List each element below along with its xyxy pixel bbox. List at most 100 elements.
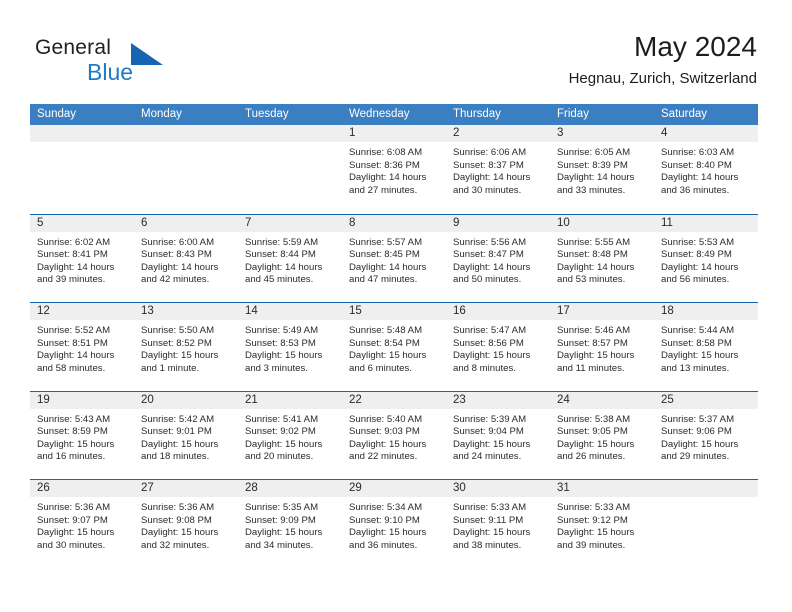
day-cell[interactable]: 25 Sunrise: 5:37 AM Sunset: 9:06 PM Dayl… bbox=[654, 391, 758, 479]
day-cell[interactable]: 3 Sunrise: 6:05 AM Sunset: 8:39 PM Dayli… bbox=[550, 125, 654, 214]
sunrise-text: Sunrise: 5:42 AM bbox=[141, 413, 215, 425]
day-cell[interactable] bbox=[30, 125, 134, 214]
day-number-band bbox=[134, 125, 238, 142]
general-blue-logo[interactable]: General Blue bbox=[35, 36, 235, 92]
week-row: 5 Sunrise: 6:02 AM Sunset: 8:41 PM Dayli… bbox=[30, 213, 758, 302]
daylight-text-line2: and 11 minutes. bbox=[557, 362, 625, 374]
sunset-text: Sunset: 9:06 PM bbox=[661, 426, 732, 438]
day-number: 30 bbox=[453, 482, 466, 494]
day-info: Sunrise: 5:38 AM Sunset: 9:05 PM Dayligh… bbox=[550, 409, 654, 464]
sunset-text: Sunset: 8:56 PM bbox=[453, 337, 524, 349]
sunrise-text: Sunrise: 6:03 AM bbox=[661, 147, 735, 158]
day-cell[interactable]: 13 Sunrise: 5:50 AM Sunset: 8:52 PM Dayl… bbox=[134, 303, 238, 391]
day-cell[interactable]: 28 Sunrise: 5:35 AM Sunset: 9:09 PM Dayl… bbox=[238, 480, 342, 568]
day-cell[interactable]: 18 Sunrise: 5:44 AM Sunset: 8:58 PM Dayl… bbox=[654, 303, 758, 391]
day-number: 13 bbox=[141, 305, 154, 317]
sunset-text: Sunset: 8:37 PM bbox=[453, 159, 524, 171]
sunrise-text: Sunrise: 6:00 AM bbox=[141, 236, 215, 248]
day-number: 22 bbox=[349, 393, 362, 406]
daylight-text-line2: and 32 minutes. bbox=[141, 539, 210, 551]
day-number: 5 bbox=[37, 216, 44, 229]
daylight-text-line2: and 56 minutes. bbox=[661, 274, 730, 286]
sunrise-text: Sunrise: 5:57 AM bbox=[349, 236, 423, 248]
daylight-text-line1: Daylight: 14 hours bbox=[453, 172, 531, 184]
day-cell[interactable]: 2 Sunrise: 6:06 AM Sunset: 8:37 PM Dayli… bbox=[446, 125, 550, 214]
daylight-text-line2: and 27 minutes. bbox=[349, 184, 418, 196]
day-info: Sunrise: 5:49 AM Sunset: 8:53 PM Dayligh… bbox=[238, 320, 342, 375]
day-cell[interactable]: 20 Sunrise: 5:42 AM Sunset: 9:01 PM Dayl… bbox=[134, 391, 238, 479]
daylight-text-line2: and 36 minutes. bbox=[661, 184, 730, 196]
daylight-text-line1: Daylight: 14 hours bbox=[37, 261, 115, 273]
day-number: 10 bbox=[557, 216, 570, 229]
daylight-text-line2: and 1 minute. bbox=[141, 362, 200, 374]
sunrise-text: Sunrise: 5:36 AM bbox=[141, 502, 215, 513]
day-info: Sunrise: 5:50 AM Sunset: 8:52 PM Dayligh… bbox=[134, 320, 238, 375]
day-number: 17 bbox=[557, 305, 570, 317]
day-number: 25 bbox=[661, 393, 674, 406]
day-cell[interactable]: 7 Sunrise: 5:59 AM Sunset: 8:44 PM Dayli… bbox=[238, 214, 342, 302]
day-cell[interactable]: 23 Sunrise: 5:39 AM Sunset: 9:04 PM Dayl… bbox=[446, 391, 550, 479]
day-cell[interactable]: 6 Sunrise: 6:00 AM Sunset: 8:43 PM Dayli… bbox=[134, 214, 238, 302]
day-cell[interactable]: 5 Sunrise: 6:02 AM Sunset: 8:41 PM Dayli… bbox=[30, 214, 134, 302]
day-info: Sunrise: 6:08 AM Sunset: 8:36 PM Dayligh… bbox=[342, 142, 446, 197]
day-cell[interactable]: 29 Sunrise: 5:34 AM Sunset: 9:10 PM Dayl… bbox=[342, 480, 446, 568]
day-cell[interactable]: 21 Sunrise: 5:41 AM Sunset: 9:02 PM Dayl… bbox=[238, 391, 342, 479]
day-number-band: 12 bbox=[30, 303, 134, 320]
day-cell[interactable] bbox=[134, 125, 238, 214]
day-number-band: 21 bbox=[238, 391, 342, 409]
daylight-text-line1: Daylight: 15 hours bbox=[141, 527, 219, 539]
day-info: Sunrise: 5:33 AM Sunset: 9:11 PM Dayligh… bbox=[446, 497, 550, 552]
day-number-band: 13 bbox=[134, 303, 238, 320]
sunrise-text: Sunrise: 5:59 AM bbox=[245, 236, 319, 248]
sunset-text: Sunset: 8:41 PM bbox=[37, 249, 108, 261]
sunrise-text: Sunrise: 5:41 AM bbox=[245, 413, 319, 425]
sunset-text: Sunset: 9:10 PM bbox=[349, 514, 420, 526]
sunrise-text: Sunrise: 5:47 AM bbox=[453, 325, 527, 336]
day-cell[interactable]: 17 Sunrise: 5:46 AM Sunset: 8:57 PM Dayl… bbox=[550, 303, 654, 391]
sunrise-text: Sunrise: 5:53 AM bbox=[661, 236, 735, 248]
sunrise-text: Sunrise: 5:43 AM bbox=[37, 413, 111, 425]
day-cell[interactable]: 14 Sunrise: 5:49 AM Sunset: 8:53 PM Dayl… bbox=[238, 303, 342, 391]
day-number-band: 1 bbox=[342, 125, 446, 142]
daylight-text-line1: Daylight: 15 hours bbox=[661, 438, 739, 450]
day-number-band: 17 bbox=[550, 303, 654, 320]
day-cell[interactable]: 31 Sunrise: 5:33 AM Sunset: 9:12 PM Dayl… bbox=[550, 480, 654, 568]
logo-triangle-icon bbox=[131, 43, 163, 65]
day-cell[interactable]: 30 Sunrise: 5:33 AM Sunset: 9:11 PM Dayl… bbox=[446, 480, 550, 568]
day-cell[interactable] bbox=[654, 480, 758, 568]
day-info: Sunrise: 5:57 AM Sunset: 8:45 PM Dayligh… bbox=[342, 232, 446, 287]
day-number: 2 bbox=[453, 127, 460, 139]
day-info: Sunrise: 5:43 AM Sunset: 8:59 PM Dayligh… bbox=[30, 409, 134, 464]
day-number: 23 bbox=[453, 393, 466, 406]
day-cell[interactable]: 16 Sunrise: 5:47 AM Sunset: 8:56 PM Dayl… bbox=[446, 303, 550, 391]
day-cell[interactable]: 8 Sunrise: 5:57 AM Sunset: 8:45 PM Dayli… bbox=[342, 214, 446, 302]
day-number: 28 bbox=[245, 482, 258, 494]
day-cell[interactable]: 19 Sunrise: 5:43 AM Sunset: 8:59 PM Dayl… bbox=[30, 391, 134, 479]
day-cell[interactable]: 9 Sunrise: 5:56 AM Sunset: 8:47 PM Dayli… bbox=[446, 214, 550, 302]
day-info: Sunrise: 5:40 AM Sunset: 9:03 PM Dayligh… bbox=[342, 409, 446, 464]
day-cell[interactable] bbox=[238, 125, 342, 214]
sunrise-text: Sunrise: 5:34 AM bbox=[349, 502, 423, 513]
sunset-text: Sunset: 9:11 PM bbox=[453, 514, 524, 526]
week-row: 1 Sunrise: 6:08 AM Sunset: 8:36 PM Dayli… bbox=[30, 125, 758, 214]
day-cell[interactable]: 12 Sunrise: 5:52 AM Sunset: 8:51 PM Dayl… bbox=[30, 303, 134, 391]
day-cell[interactable]: 11 Sunrise: 5:53 AM Sunset: 8:49 PM Dayl… bbox=[654, 214, 758, 302]
day-number-band bbox=[30, 125, 134, 142]
sunset-text: Sunset: 8:39 PM bbox=[557, 159, 628, 171]
day-cell[interactable]: 4 Sunrise: 6:03 AM Sunset: 8:40 PM Dayli… bbox=[654, 125, 758, 214]
day-cell[interactable]: 15 Sunrise: 5:48 AM Sunset: 8:54 PM Dayl… bbox=[342, 303, 446, 391]
sunset-text: Sunset: 8:58 PM bbox=[661, 337, 732, 349]
day-cell[interactable]: 22 Sunrise: 5:40 AM Sunset: 9:03 PM Dayl… bbox=[342, 391, 446, 479]
daylight-text-line1: Daylight: 14 hours bbox=[349, 172, 427, 184]
day-cell[interactable]: 27 Sunrise: 5:36 AM Sunset: 9:08 PM Dayl… bbox=[134, 480, 238, 568]
day-cell[interactable]: 10 Sunrise: 5:55 AM Sunset: 8:48 PM Dayl… bbox=[550, 214, 654, 302]
day-number-band: 4 bbox=[654, 125, 758, 142]
sunset-text: Sunset: 8:43 PM bbox=[141, 249, 212, 261]
day-cell[interactable]: 26 Sunrise: 5:36 AM Sunset: 9:07 PM Dayl… bbox=[30, 480, 134, 568]
daylight-text-line2: and 53 minutes. bbox=[557, 274, 626, 286]
daylight-text-line2: and 3 minutes. bbox=[245, 362, 308, 374]
daylight-text-line1: Daylight: 14 hours bbox=[37, 350, 115, 362]
sunrise-text: Sunrise: 5:49 AM bbox=[245, 325, 319, 336]
day-cell[interactable]: 1 Sunrise: 6:08 AM Sunset: 8:36 PM Dayli… bbox=[342, 125, 446, 214]
day-cell[interactable]: 24 Sunrise: 5:38 AM Sunset: 9:05 PM Dayl… bbox=[550, 391, 654, 479]
